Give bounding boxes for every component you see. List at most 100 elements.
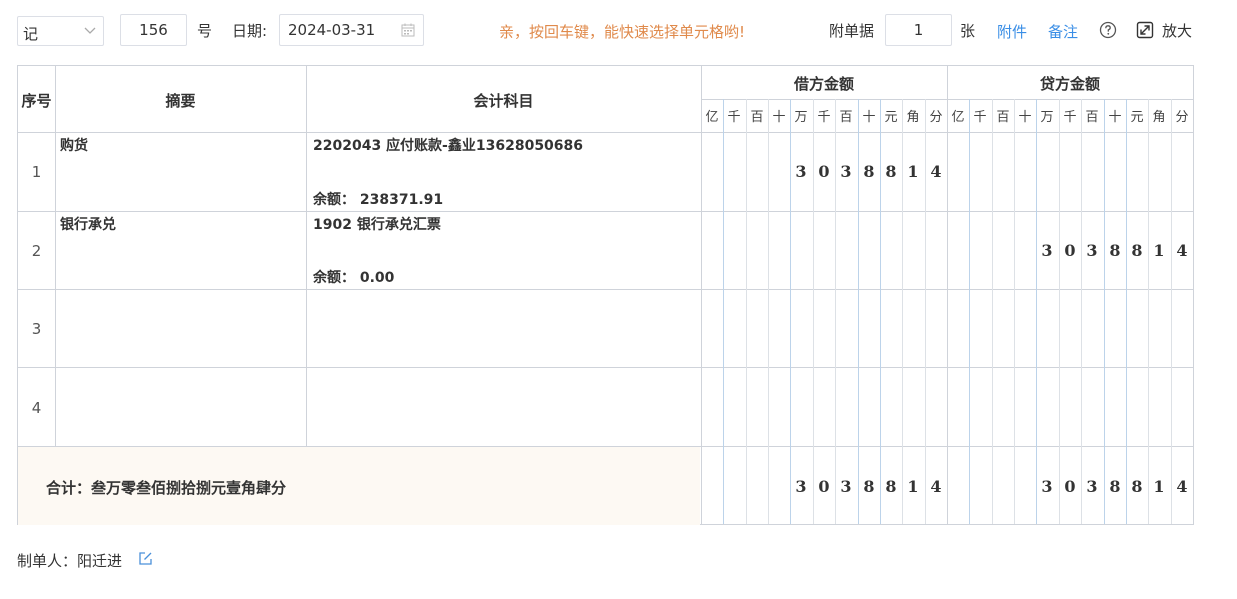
grid-line [55,66,56,446]
credit-amount-digit: 4 [1176,241,1188,260]
debit-unit-header: 万 [794,110,808,125]
row-2-summary[interactable]: 银行承兑 [60,214,116,234]
debit-amount-digit: 8 [885,162,897,181]
debit-amount-digit: 8 [863,162,875,181]
debit-amount-digit: 0 [818,162,830,181]
debit-amount-digit: 3 [840,162,852,181]
debit-unit-header: 亿 [705,110,719,125]
total-credit-digit: 3 [1086,477,1098,496]
total-credit-digit: 3 [1041,477,1053,496]
row-1-summary[interactable]: 购货 [60,135,88,155]
debit-amount-digit: 3 [795,162,807,181]
credit-amount-digit: 0 [1064,241,1076,260]
credit-amount-digit: 1 [1153,241,1165,260]
grid-line [701,66,702,524]
attachments-count-input[interactable]: 1 [885,14,952,46]
debit-unit-header: 元 [884,110,898,125]
grid-line [1036,99,1037,524]
grid-line [1104,99,1105,524]
voucher-type-value: 记 [23,25,39,43]
debit-unit-header: 百 [839,110,853,125]
expand-icon[interactable] [1136,21,1154,39]
voucher-toolbar: 记 156 号 日期: 2024-03-31 亲，按回车键，能快速选择单元格哟!… [0,0,1237,64]
total-credit-digit: 8 [1109,477,1121,496]
debit-amount-digit: 4 [930,162,942,181]
row-1-balance: 余额： 238371.91 [313,192,444,208]
edit-icon[interactable] [138,551,153,566]
credit-unit-header: 千 [973,110,987,125]
grid-line [306,66,307,446]
grid-line [969,99,970,524]
total-debit-digit: 8 [863,477,875,496]
voucher-number-input[interactable]: 156 [120,14,187,46]
credit-unit-header: 百 [996,110,1010,125]
total-label: 合计：叁万零叁佰捌拾捌元壹角肆分 [46,479,287,497]
grid-line [1126,99,1127,524]
credit-amount-digit: 3 [1041,241,1053,260]
credit-unit-header: 十 [1108,110,1122,125]
total-debit-digit: 4 [930,477,942,496]
credit-unit-header: 元 [1130,110,1144,125]
attachments-label: 附单据 [829,22,875,40]
row-2-subject[interactable]: 1902 银行承兑汇票 [313,214,441,234]
grid-line [1059,99,1060,524]
creator-label: 制单人：阳迁进 [17,552,123,570]
chevron-down-icon [84,27,96,34]
credit-unit-header: 亿 [951,110,965,125]
credit-unit-header: 角 [1152,110,1166,125]
credit-amount-digit: 8 [1109,241,1121,260]
help-icon[interactable] [1099,21,1117,39]
row-2-balance: 余额： 0.00 [313,270,395,286]
attachments-unit-label: 张 [960,22,976,40]
debit-unit-header: 千 [817,110,831,125]
date-label: 日期: [232,22,268,40]
credit-amount-digit: 3 [1086,241,1098,260]
total-debit-digit: 0 [818,477,830,496]
row-1-subject[interactable]: 2202043 应付账款-鑫业13628050686 [313,135,583,155]
header-summary: 摘要 [165,92,196,110]
grid-line [18,367,1193,368]
grid-line [18,211,1193,212]
voucher-type-select[interactable]: 记 [17,16,104,46]
calendar-icon [401,23,415,37]
grid-line [18,289,1193,290]
grid-line [1171,99,1172,524]
total-credit-digit: 8 [1131,477,1143,496]
date-picker-input[interactable]: 2024-03-31 [279,14,424,46]
total-credit-digit: 0 [1064,477,1076,496]
grid-line [746,99,747,524]
row-3-no: 3 [31,320,42,338]
grid-line [768,99,769,524]
note-link[interactable]: 备注 [1048,21,1078,42]
credit-amount-digit: 8 [1131,241,1143,260]
debit-unit-header: 分 [929,110,943,125]
header-seq: 序号 [21,92,52,110]
header-debit: 借方金额 [793,75,854,93]
grid-line [723,99,724,524]
grid-line [18,132,1193,133]
debit-unit-header: 十 [772,110,786,125]
number-suffix-label: 号 [197,22,213,40]
grid-line [18,446,1193,447]
credit-unit-header: 千 [1063,110,1077,125]
grid-line [947,66,948,524]
date-value: 2024-03-31 [288,21,376,39]
attachment-link[interactable]: 附件 [997,21,1027,42]
grid-line [992,99,993,524]
grid-line [1148,99,1149,524]
credit-unit-header: 十 [1018,110,1032,125]
credit-unit-header: 百 [1085,110,1099,125]
debit-unit-header: 角 [906,110,920,125]
credit-unit-header: 万 [1040,110,1054,125]
expand-label[interactable]: 放大 [1162,21,1192,41]
total-debit-digit: 8 [885,477,897,496]
total-credit-digit: 1 [1153,477,1165,496]
debit-unit-header: 十 [862,110,876,125]
debit-unit-header: 千 [727,110,741,125]
total-debit-digit: 1 [907,477,919,496]
voucher-table: 序号 摘要 会计科目 借方金额 贷方金额 亿千百十万千百十元角分亿千百十万千百十… [17,65,1194,525]
debit-amount-digit: 1 [907,162,919,181]
row-2-no: 2 [31,242,42,260]
credit-unit-header: 分 [1175,110,1189,125]
header-credit: 贷方金额 [1039,75,1100,93]
